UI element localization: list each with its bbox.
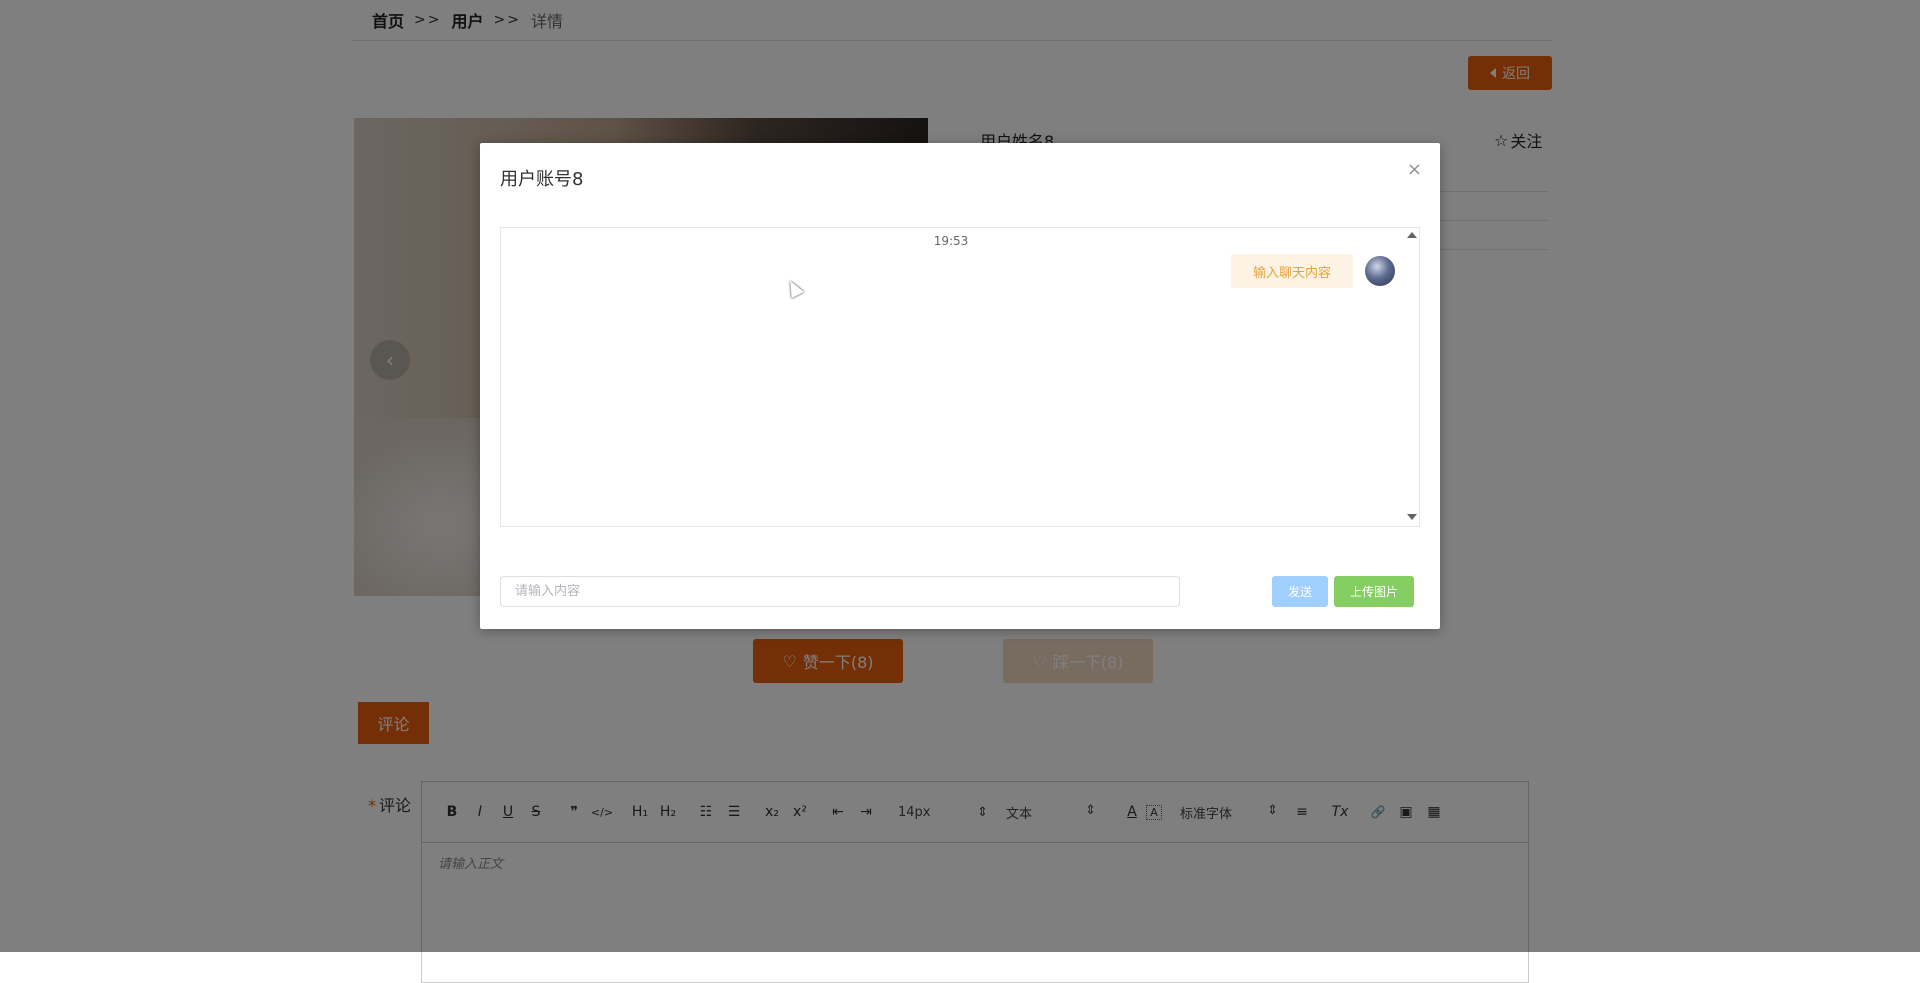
chat-bubble: 输入聊天内容 <box>1230 254 1353 288</box>
scroll-down-icon[interactable] <box>1407 514 1417 520</box>
avatar <box>1365 256 1395 286</box>
mouse-cursor-icon <box>784 277 804 299</box>
chat-input[interactable] <box>500 576 1180 607</box>
chat-dialog: 用户账号8 × 19:53 输入聊天内容 发送 上传图片 <box>480 143 1440 629</box>
send-button[interactable]: 发送 <box>1272 576 1328 607</box>
close-icon[interactable]: × <box>1407 161 1422 179</box>
dialog-title: 用户账号8 <box>500 169 584 190</box>
message-timestamp: 19:53 <box>933 234 969 248</box>
chat-message-list[interactable]: 19:53 输入聊天内容 <box>500 227 1420 527</box>
upload-image-button[interactable]: 上传图片 <box>1334 576 1414 607</box>
scroll-up-icon[interactable] <box>1407 232 1417 238</box>
